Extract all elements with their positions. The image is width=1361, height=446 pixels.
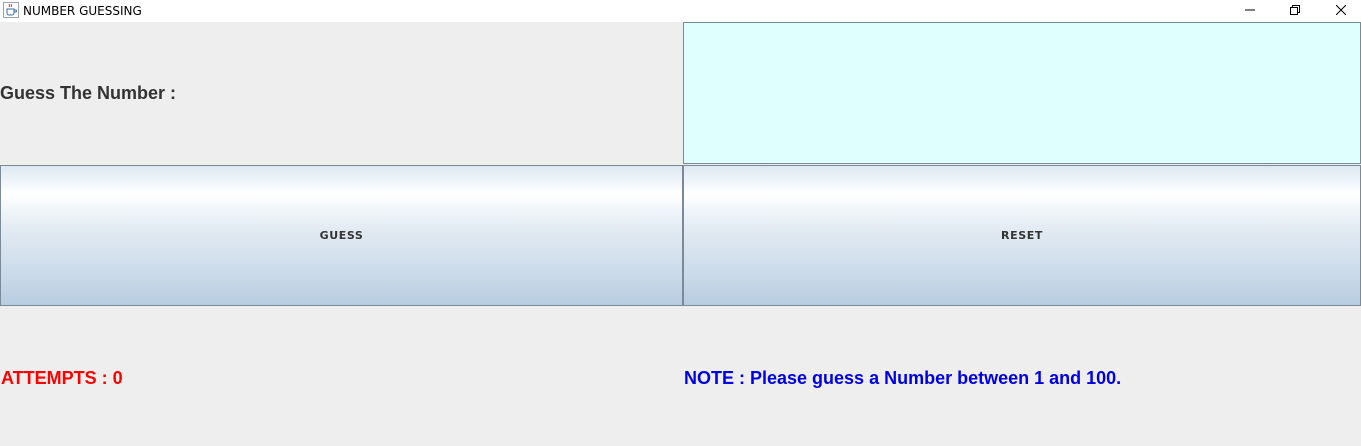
title-bar[interactable]: NUMBER GUESSING bbox=[0, 0, 1361, 22]
close-button[interactable] bbox=[1318, 0, 1361, 22]
restore-button[interactable] bbox=[1272, 0, 1318, 22]
guess-prompt-label: Guess The Number : bbox=[0, 82, 177, 103]
guess-button-label: GUESS bbox=[319, 229, 364, 242]
minimize-icon bbox=[1245, 2, 1255, 20]
attempts-counter: ATTEMPTS : 0 bbox=[1, 368, 123, 388]
guess-button[interactable]: GUESS bbox=[0, 165, 683, 306]
minimize-button[interactable] bbox=[1227, 0, 1273, 22]
restore-icon bbox=[1290, 2, 1300, 20]
window-title: NUMBER GUESSING bbox=[23, 4, 142, 18]
java-cup-icon bbox=[3, 2, 19, 18]
reset-button-label: RESET bbox=[1001, 229, 1043, 242]
guess-input[interactable] bbox=[683, 22, 1361, 164]
app-window: NUMBER GUESSING Guess The Number: GUESS… bbox=[0, 0, 1361, 446]
reset-button[interactable]: RESET bbox=[683, 165, 1361, 306]
range-note: NOTE : Please guess a Number between 1 a… bbox=[684, 368, 1122, 388]
close-icon bbox=[1335, 2, 1347, 20]
